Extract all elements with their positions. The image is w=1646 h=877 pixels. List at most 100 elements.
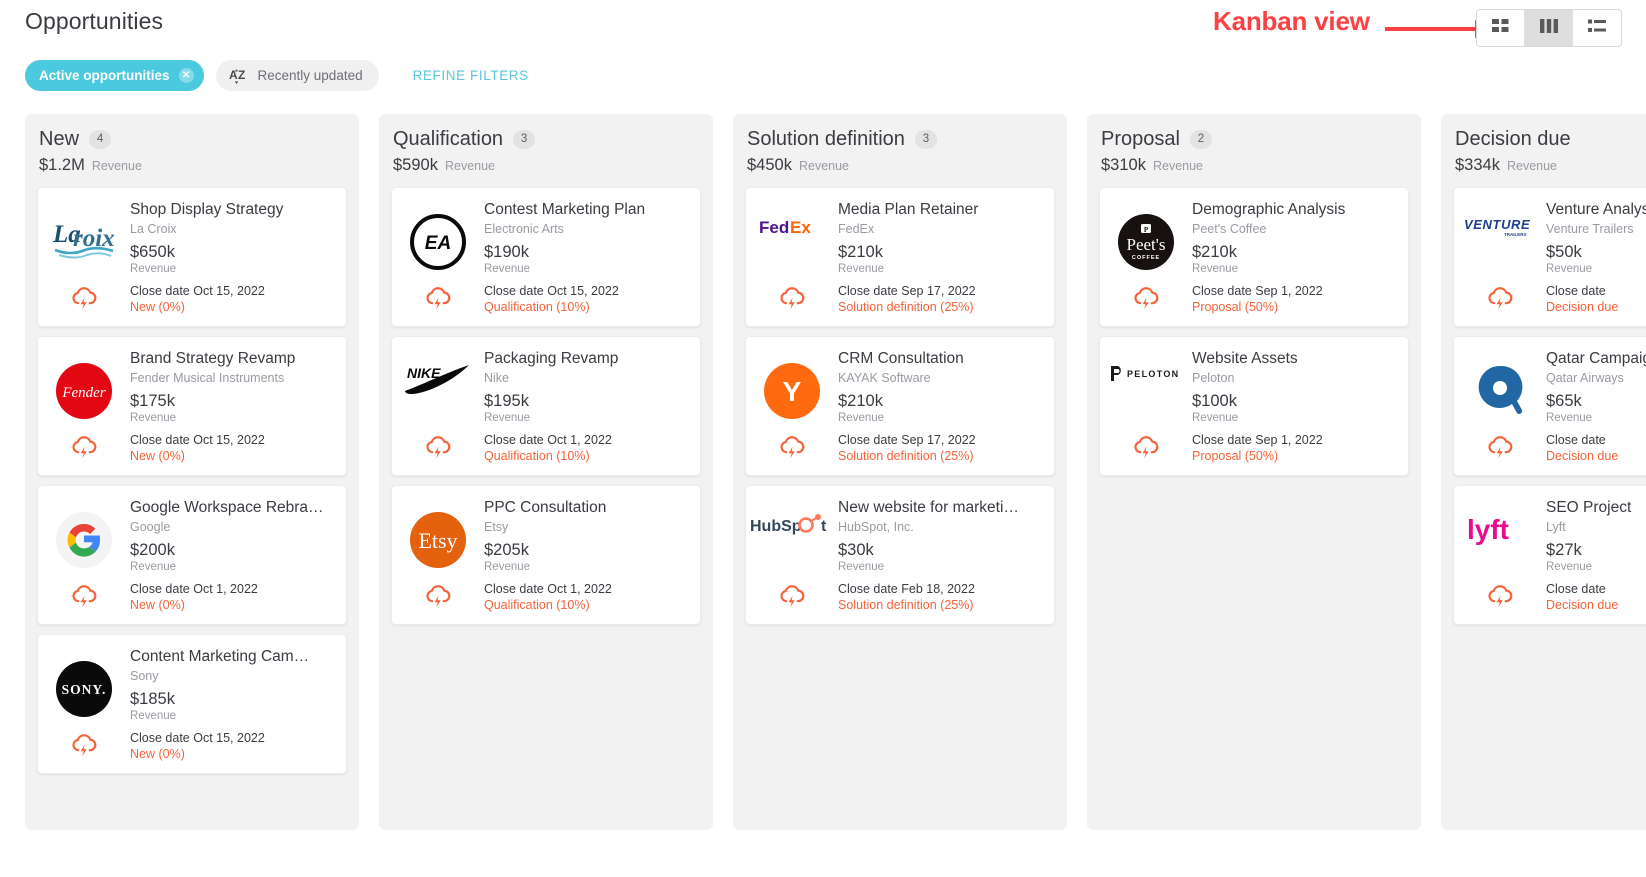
card-stage: Proposal (50%)	[1192, 449, 1279, 463]
card-stage: Qualification (10%)	[484, 598, 590, 612]
card-amount: $175k	[130, 392, 175, 410]
svg-text:Fed: Fed	[759, 218, 789, 237]
cloud-lightning-icon	[38, 582, 130, 608]
page-title: Opportunities	[25, 8, 164, 34]
card-footer-text: Close date Sep 17, 2022 Solution definiti…	[838, 433, 1042, 463]
card-footer-text: Close date Feb 18, 2022 Solution definiti…	[838, 582, 1042, 612]
card-footer-text: Close date Oct 1, 2022 Qualification (10%…	[484, 582, 688, 612]
card-amount: $650k	[130, 243, 175, 261]
opportunity-card[interactable]: NIKE Packaging Revamp Nike $195k Revenue Cl…	[391, 336, 701, 476]
card-stage: Decision due	[1546, 598, 1619, 612]
column-revenue-amount: $1.2M	[39, 156, 85, 174]
card-body: Content Marketing Cam… Sony $185k Revenue	[130, 647, 334, 722]
card-footer: Close date Feb 18, 2022 Solution definiti…	[746, 582, 1042, 612]
card-company: La Croix	[130, 222, 177, 236]
card-body: Google Workspace Rebra… Google $200k Revenu…	[130, 498, 334, 573]
cloud-lightning-icon	[1454, 284, 1546, 310]
opportunity-card[interactable]: Qatar Campaign Qatar Airways $65k Revenue C…	[1453, 336, 1646, 476]
view-toggle-group[interactable]	[1476, 9, 1622, 47]
card-amount-label: Revenue	[838, 412, 885, 424]
card-top: Google Workspace Rebra… Google $200k Revenu…	[38, 498, 334, 573]
column-count-badge: 2	[1189, 130, 1212, 149]
card-top: SONY. Content Marketing Cam… Sony $185k Reve…	[38, 647, 334, 722]
card-company: Google	[130, 520, 171, 534]
card-company: Lyft	[1546, 520, 1566, 534]
opportunity-card[interactable]: PELOTON Website Assets Peloton $100k Revenue…	[1099, 336, 1409, 476]
card-close-date: Close date Sep 17, 2022	[838, 433, 976, 447]
svg-text:lyft: lyft	[1467, 514, 1509, 545]
card-amount-label: Revenue	[130, 710, 177, 722]
opportunity-card[interactable]: EA Contest Marketing Plan Electronic Arts $…	[391, 187, 701, 327]
card-footer: Close date Sep 17, 2022 Solution definiti…	[746, 433, 1042, 463]
card-footer: Close date Sep 17, 2022 Solution definiti…	[746, 284, 1042, 314]
card-amount: $195k	[484, 392, 529, 410]
svg-text:SONY.: SONY.	[62, 682, 107, 697]
card-top: VENTURE TRAILERSVenture AnalysisVenture …	[1454, 200, 1646, 275]
opportunity-card[interactable]: HubSp t New website for marketi… HubSpot, …	[745, 485, 1055, 625]
card-footer-text: Close date Oct 1, 2022 New (0%)	[130, 582, 334, 612]
opportunity-card[interactable]: Etsy PPC Consultation Etsy $205k Revenue Clo…	[391, 485, 701, 625]
card-stage: Qualification (10%)	[484, 449, 590, 463]
kanban-column: Proposal 2 $310k Revenue P Peet's COFFEE Dem…	[1087, 114, 1421, 830]
sort-control[interactable]: A Z Recently updated	[215, 60, 379, 91]
kanban-view-button[interactable]	[1525, 10, 1573, 46]
card-footer-text: Close date Sep 17, 2022 Solution definiti…	[838, 284, 1042, 314]
card-company: Qatar Airways	[1546, 371, 1624, 385]
card-body: Qatar Campaign Qatar Airways $65k Revenue	[1546, 349, 1646, 424]
opportunity-card[interactable]: Google Workspace Rebra… Google $200k Revenu…	[37, 485, 347, 625]
svg-text:Etsy: Etsy	[418, 528, 457, 553]
card-close-date: Close date Oct 15, 2022	[130, 433, 265, 447]
card-company: Venture Trailers	[1546, 222, 1634, 236]
refine-filters-link[interactable]: REFINE FILTERS	[413, 68, 529, 83]
card-amount: $210k	[838, 243, 883, 261]
card-close-date: Close date Oct 15, 2022	[484, 284, 619, 298]
filter-bar: Active opportunities ✕ A Z Recently upda…	[25, 60, 529, 91]
filter-chip-active-opportunities[interactable]: Active opportunities ✕	[25, 60, 204, 91]
card-top: Qatar Campaign Qatar Airways $65k Revenue	[1454, 349, 1646, 424]
card-amount-label: Revenue	[130, 412, 177, 424]
opportunity-card[interactable]: lyft SEO Project Lyft $27k Revenue Close dat…	[1453, 485, 1646, 625]
opportunity-card[interactable]: Y CRM Consultation KAYAK Software $210k Reve…	[745, 336, 1055, 476]
list-view-button[interactable]	[1573, 10, 1621, 46]
card-title: New website for marketi…	[838, 499, 1019, 516]
opportunity-card[interactable]: VENTURE TRAILERSVenture AnalysisVenture …	[1453, 187, 1646, 327]
column-title-row: New 4	[39, 128, 359, 151]
card-top: Fender Brand Strategy Revamp Fender Musica…	[38, 349, 334, 424]
column-revenue-row: $1.2M Revenue	[39, 156, 359, 175]
opportunity-card[interactable]: SONY. Content Marketing Cam… Sony $185k Reve…	[37, 634, 347, 774]
column-title-row: Solution definition 3	[747, 128, 1067, 151]
card-close-date: Close date Feb 18, 2022	[838, 582, 975, 596]
close-circle-icon[interactable]: ✕	[178, 68, 194, 83]
svg-text:Y: Y	[783, 376, 802, 407]
cloud-lightning-icon	[746, 433, 838, 459]
svg-text:Ex: Ex	[790, 218, 811, 237]
card-company: FedEx	[838, 222, 875, 236]
opportunity-card[interactable]: P Peet's COFFEE Demographic Analysis Peet'…	[1099, 187, 1409, 327]
card-footer: Close date Oct 1, 2022 Qualification (10%…	[392, 433, 688, 463]
card-top: Fed Ex Media Plan Retainer FedEx $210k Reven…	[746, 200, 1042, 275]
annotation-label: Kanban view	[1213, 6, 1370, 36]
card-footer: Close date Oct 1, 2022 Qualification (10%…	[392, 582, 688, 612]
column-card-list: P Peet's COFFEE Demographic Analysis Peet'…	[1087, 187, 1421, 476]
opportunity-card[interactable]: Fed Ex Media Plan Retainer FedEx $210k Reven…	[745, 187, 1055, 327]
card-title: Contest Marketing Plan	[484, 201, 646, 218]
card-footer: Close date Sep 1, 2022 Proposal (50%)	[1100, 284, 1396, 314]
card-footer-text: Close date Oct 1, 2022 Qualification (10%…	[484, 433, 688, 463]
card-amount: $190k	[484, 243, 529, 261]
opportunity-card[interactable]: Fender Brand Strategy Revamp Fender Musica…	[37, 336, 347, 476]
grid-view-button[interactable]	[1477, 10, 1525, 46]
google-logo	[38, 498, 130, 568]
kanban-column: Solution definition 3 $450k Revenue Fed Ex M…	[733, 114, 1067, 830]
card-amount: $205k	[484, 541, 529, 559]
svg-text:PELOTON: PELOTON	[1127, 369, 1179, 379]
card-title: Brand Strategy Revamp	[130, 350, 296, 367]
column-card-list: EA Contest Marketing Plan Electronic Arts $…	[379, 187, 713, 625]
cloud-lightning-icon	[392, 582, 484, 608]
opportunities-kanban-page: Opportunities Active opportunities ✕ A Z…	[0, 0, 1646, 877]
opportunity-card[interactable]: La roix Shop Display Strategy La Croix $65…	[37, 187, 347, 327]
kayak-logo: Y	[746, 349, 838, 419]
card-top: P Peet's COFFEE Demographic Analysis Peet'…	[1100, 200, 1396, 275]
column-header: Proposal 2 $310k Revenue	[1087, 114, 1421, 187]
card-amount: $100k	[1192, 392, 1237, 410]
card-footer-text: Close date Decision due	[1546, 433, 1646, 463]
